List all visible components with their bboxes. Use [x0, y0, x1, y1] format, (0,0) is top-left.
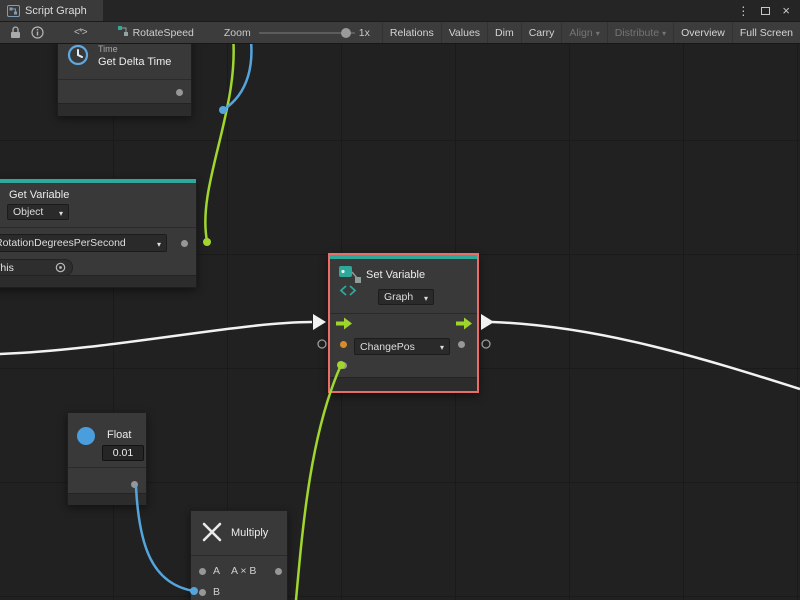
insert-node-icon[interactable]: <*> [74, 27, 87, 38]
graph-name: RotateSpeed [133, 27, 194, 39]
tab-script-graph[interactable]: Script Graph [0, 0, 103, 21]
zoom-value: 1x [359, 27, 370, 39]
script-graph-icon [7, 5, 20, 17]
graph-asset-icon [117, 25, 129, 40]
node-multiply[interactable]: Multiply A A × B B [190, 510, 288, 600]
graph-toolbar: <*> RotateSpeed Zoom 1x Relations Values… [0, 22, 800, 44]
flow-wire-in [0, 322, 312, 354]
chevron-down-icon: ▾ [440, 343, 444, 352]
green-wire-bottom [296, 365, 341, 600]
multiply-icon [200, 520, 224, 547]
carry-button[interactable]: Carry [521, 22, 562, 43]
port-label-b: B [213, 586, 220, 598]
node-subtitle: Time [98, 44, 118, 54]
multiply-output-port[interactable] [275, 568, 282, 575]
flow-arrowhead-in [313, 314, 326, 330]
lock-icon[interactable] [6, 24, 24, 42]
unconnected-port-right[interactable] [482, 340, 490, 348]
multiply-input-b-port[interactable] [199, 589, 206, 596]
float-output-port[interactable] [131, 481, 138, 488]
blue-wire-top [223, 44, 251, 110]
tab-label: Script Graph [25, 5, 87, 17]
blue-wire-top-endpoint[interactable] [219, 106, 227, 114]
flow-arrowhead-out [481, 314, 494, 330]
flow-input-port[interactable] [336, 317, 352, 333]
port-label-a: A [213, 565, 220, 577]
float-value-field[interactable]: 0.01 [102, 445, 144, 461]
node-float[interactable]: Float 0.01 [67, 412, 147, 505]
green-wire-top [205, 44, 233, 241]
values-button[interactable]: Values [441, 22, 487, 43]
multiply-input-a-port[interactable] [199, 568, 206, 575]
dim-button[interactable]: Dim [487, 22, 521, 43]
zoom-label: Zoom [224, 27, 251, 39]
info-icon[interactable] [28, 24, 46, 42]
variable-name-dropdown[interactable]: ChangePos ▾ [354, 338, 450, 355]
clock-icon [66, 44, 90, 67]
node-get-delta-time[interactable]: Time Get Delta Time [57, 44, 192, 116]
chevron-down-icon: ▾ [596, 29, 600, 38]
variable-kind-dropdown[interactable]: Object ▾ [7, 204, 69, 220]
float-icon [77, 427, 95, 445]
overview-button[interactable]: Overview [673, 22, 732, 43]
node-get-variable[interactable]: Get Variable Object ▾ RotationDegreesPer… [0, 178, 197, 288]
graph-variable-icon [338, 265, 364, 300]
chevron-down-icon: ▾ [424, 294, 428, 303]
flow-wire-out [492, 322, 800, 389]
maximize-icon[interactable] [761, 7, 770, 15]
chevron-down-icon: ▾ [59, 209, 63, 218]
flow-output-port[interactable] [456, 317, 472, 333]
node-title: Float [107, 429, 131, 441]
unconnected-port-left[interactable] [318, 340, 326, 348]
node-accent-stripe [0, 179, 196, 183]
variable-kind-dropdown[interactable]: Graph ▾ [378, 289, 434, 305]
value-input-port[interactable] [340, 341, 347, 348]
target-picker-icon[interactable] [55, 262, 66, 273]
node-set-variable[interactable]: Set Variable Graph ▾ ChangePos ▾ [328, 253, 479, 393]
get-variable-output-port[interactable] [181, 240, 188, 247]
graph-breadcrumb[interactable]: RotateSpeed [117, 25, 194, 40]
node-title: Get Variable [9, 189, 69, 201]
green-wire-top-endpoint[interactable] [203, 238, 211, 246]
variable-name-dropdown[interactable]: RotationDegreesPerSecond ▾ [0, 234, 167, 252]
toolbar-buttons: Relations Values Dim Carry Align▾ Distri… [382, 22, 800, 43]
delta-time-output-port[interactable] [176, 89, 183, 96]
fallback-input-port[interactable] [340, 362, 347, 369]
titlebar-spacer [103, 0, 738, 21]
node-title: Get Delta Time [98, 56, 171, 68]
node-title: Multiply [231, 527, 268, 539]
title-bar: Script Graph ⋮ × [0, 0, 800, 22]
graph-canvas[interactable]: Time Get Delta Time Get Variable Object … [0, 44, 800, 600]
distribute-button[interactable]: Distribute▾ [607, 22, 673, 43]
self-reference-chip[interactable]: This [0, 259, 73, 276]
output-label: A × B [231, 565, 256, 577]
close-icon[interactable]: × [782, 4, 790, 17]
node-title: Set Variable [366, 269, 425, 281]
relations-button[interactable]: Relations [382, 22, 441, 43]
value-output-port[interactable] [458, 341, 465, 348]
menu-kebab-icon[interactable]: ⋮ [737, 4, 749, 18]
align-button[interactable]: Align▾ [561, 22, 606, 43]
chevron-down-icon: ▾ [157, 240, 161, 249]
zoom-slider-knob[interactable] [341, 28, 351, 38]
chevron-down-icon: ▾ [662, 29, 666, 38]
zoom-slider[interactable] [259, 26, 355, 40]
node-accent-stripe [330, 255, 477, 259]
full-screen-button[interactable]: Full Screen [732, 22, 800, 43]
